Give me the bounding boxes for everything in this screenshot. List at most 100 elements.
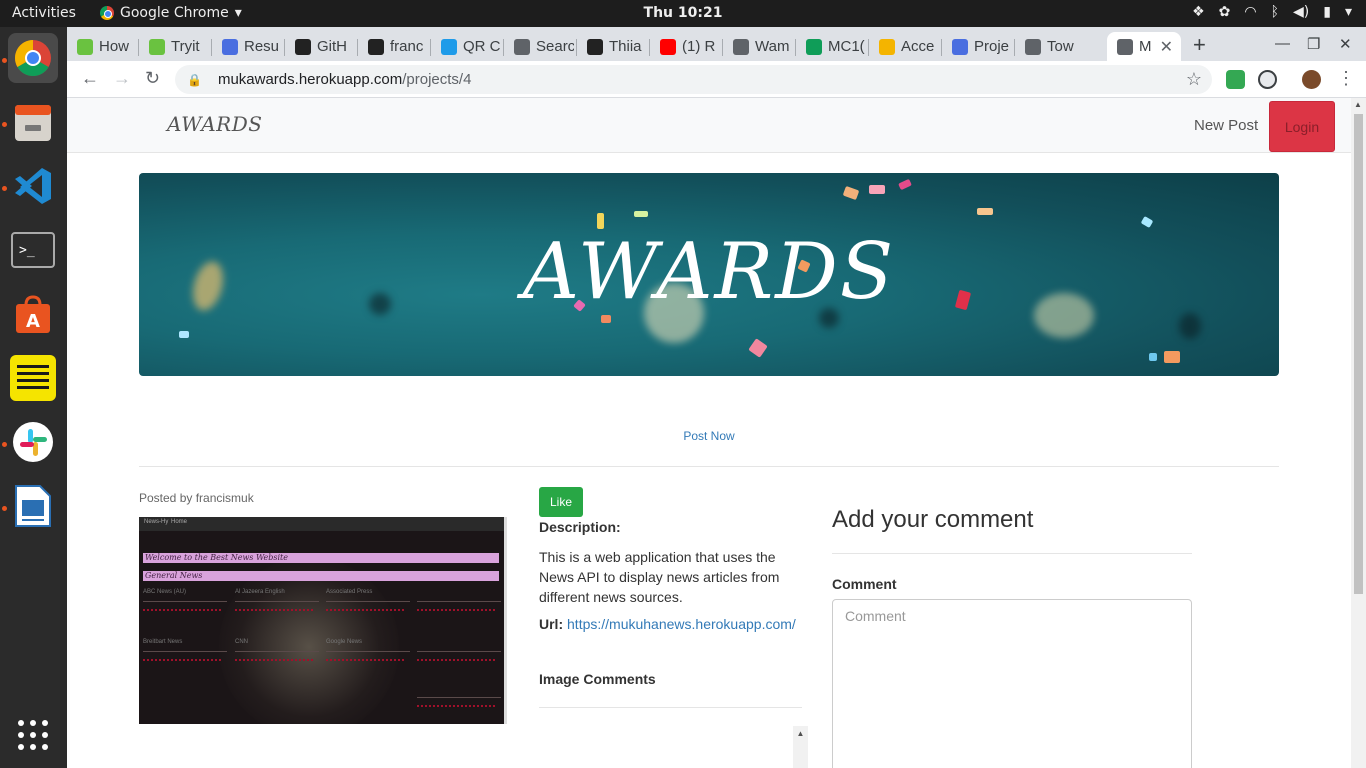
browser-tab[interactable]: How — [67, 32, 137, 61]
dropbox-icon[interactable]: ❖ — [1192, 4, 1205, 20]
page-scrollbar[interactable]: ▲ — [1351, 98, 1366, 768]
preview-banner-text: Welcome to the Best News Website — [145, 553, 288, 562]
browser-tab[interactable]: Proje — [942, 32, 1012, 61]
shield-extension-icon[interactable] — [1226, 70, 1245, 89]
battery-icon[interactable]: ▮ — [1323, 4, 1331, 20]
scrollbar-thumb[interactable] — [1354, 114, 1363, 594]
dock-software-center[interactable]: A — [8, 289, 58, 339]
like-button[interactable]: Like — [539, 487, 583, 517]
browser-tab[interactable]: Thiia — [577, 32, 647, 61]
tab-label: Searc — [536, 38, 574, 55]
image-comments-heading: Image Comments — [539, 671, 656, 687]
site-brand[interactable]: AWARDS — [167, 112, 262, 136]
comments-scrollbar[interactable]: ▲ — [793, 726, 808, 768]
preview-article-text — [235, 609, 313, 621]
chrome-menu-icon[interactable]: ⋮ — [1337, 68, 1355, 89]
browser-tab[interactable]: Tow — [1015, 32, 1085, 61]
tab-label: Acce — [901, 38, 935, 55]
app-menu-label: Google Chrome — [120, 5, 229, 21]
browser-tab[interactable]: Searc — [504, 32, 574, 61]
post-now-link[interactable]: Post Now — [67, 429, 1351, 443]
show-applications-button[interactable] — [8, 710, 58, 760]
tab-label: QR C — [463, 38, 501, 55]
posted-by: Posted by francismuk — [139, 491, 254, 505]
preview-article-text — [417, 609, 495, 621]
app-menu[interactable]: Google Chrome ▾ — [100, 5, 242, 21]
browser-tab[interactable]: Tryit — [139, 32, 209, 61]
dock-slack[interactable] — [8, 417, 58, 467]
favicon-icon — [222, 38, 238, 55]
preview-nav-item: Home — [171, 519, 188, 525]
address-bar[interactable]: 🔒 mukawards.herokuapp.com/projects/4 ☆ — [175, 65, 1212, 94]
hero-title: AWARDS — [522, 227, 896, 317]
dock-chrome[interactable] — [8, 33, 58, 83]
paw-icon[interactable]: ✿ — [1219, 4, 1231, 20]
browser-tab[interactable]: GitH — [285, 32, 355, 61]
login-button[interactable]: Login — [1269, 101, 1335, 152]
wifi-icon[interactable]: ◠ — [1244, 4, 1256, 20]
chrome-icon — [14, 39, 51, 77]
dock-notes[interactable] — [8, 353, 58, 403]
favicon-icon — [879, 38, 895, 55]
running-indicator — [2, 442, 7, 447]
forward-button[interactable]: → — [113, 68, 131, 89]
favicon-icon — [806, 38, 822, 55]
confetti — [869, 185, 885, 194]
dock-vscode[interactable] — [8, 161, 58, 211]
preview-article-text — [326, 609, 404, 621]
browser-tab[interactable]: (1) R — [650, 32, 720, 61]
comment-textarea[interactable] — [832, 599, 1192, 768]
dock-terminal[interactable]: >_ — [8, 225, 58, 275]
project-screenshot[interactable]: News-Hy Home Welcome to the Best News We… — [139, 517, 507, 724]
comment-label: Comment — [832, 576, 897, 592]
page-viewport: AWARDS New Post Login AWARDS Post Now Po… — [67, 98, 1366, 768]
running-indicator — [2, 122, 7, 127]
clock[interactable]: Thu 10:21 — [644, 5, 723, 21]
power-menu-icon[interactable]: ▾ — [1345, 4, 1352, 20]
activities-button[interactable]: Activities — [12, 5, 76, 21]
confetti — [1164, 351, 1180, 363]
maximize-button[interactable]: ❐ — [1307, 35, 1320, 53]
close-window-button[interactable]: ✕ — [1339, 35, 1352, 53]
preview-banner-text: General News — [145, 571, 203, 580]
browser-tab[interactable]: Acce — [869, 32, 939, 61]
browser-tab[interactable]: Wam — [723, 32, 793, 61]
browser-tab[interactable]: Resu — [212, 32, 282, 61]
extension-icon[interactable] — [1258, 70, 1277, 89]
url-host: mukawards.herokuapp.com — [217, 71, 403, 88]
dock-files[interactable] — [8, 97, 58, 147]
confetti — [634, 211, 648, 217]
preview-article-text — [235, 659, 313, 671]
new-tab-button[interactable]: + — [1193, 32, 1206, 58]
confetti — [748, 338, 768, 358]
project-url-link[interactable]: https://mukuhanews.herokuapp.com/ — [567, 616, 796, 632]
browser-tab[interactable]: franc — [358, 32, 428, 61]
browser-tab[interactable]: M ✕ — [1107, 32, 1181, 61]
scroll-up-arrow[interactable]: ▲ — [1354, 100, 1362, 109]
bluetooth-icon[interactable]: ᛒ — [1271, 4, 1279, 20]
chrome-icon — [100, 6, 114, 20]
system-tray[interactable]: ❖ ✿ ◠ ᛒ ◀) ▮ ▾ — [1192, 4, 1352, 20]
bookmark-star-icon[interactable]: ☆ — [1186, 69, 1202, 90]
browser-tab[interactable]: QR C — [431, 32, 501, 61]
tab-label: Thiia — [609, 38, 642, 55]
profile-avatar[interactable] — [1302, 70, 1321, 89]
back-button[interactable]: ← — [81, 68, 99, 89]
browser-tab[interactable]: MC1( — [796, 32, 866, 61]
volume-icon[interactable]: ◀) — [1293, 4, 1309, 20]
tab-label: (1) R — [682, 38, 716, 55]
reload-button[interactable]: ↻ — [145, 68, 160, 89]
lock-icon[interactable]: 🔒 — [187, 73, 202, 87]
tab-label: Wam — [755, 38, 790, 55]
preview-source: Breitbart News — [143, 639, 183, 645]
dock-libreoffice-writer[interactable] — [8, 481, 58, 531]
confetti — [179, 331, 189, 338]
system-top-bar: Activities Google Chrome ▾ Thu 10:21 ❖ ✿… — [0, 0, 1366, 27]
new-post-link[interactable]: New Post — [1194, 117, 1258, 134]
close-tab-icon[interactable]: ✕ — [1160, 37, 1173, 57]
tab-label: GitH — [317, 38, 347, 55]
browser-toolbar: ← → ↻ 🔒 mukawards.herokuapp.com/projects… — [67, 61, 1366, 98]
running-indicator — [2, 58, 7, 63]
tab-label: franc — [390, 38, 424, 55]
minimize-button[interactable]: — — [1275, 35, 1290, 52]
